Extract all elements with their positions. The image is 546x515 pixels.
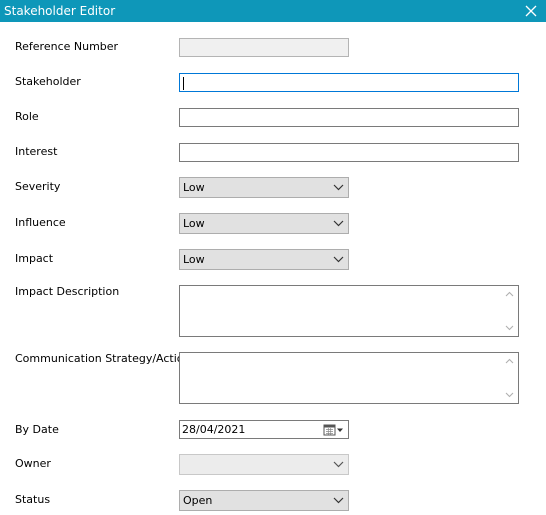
influence-value: Low	[183, 217, 205, 230]
calendar-icon[interactable]	[323, 424, 345, 436]
chevron-down-icon	[333, 220, 344, 227]
reference-number-label: Reference Number	[15, 40, 119, 53]
interest-input[interactable]	[179, 143, 519, 162]
close-button[interactable]	[516, 0, 546, 22]
interest-label: Interest	[15, 145, 58, 158]
chevron-down-icon	[333, 461, 344, 468]
communication-textarea[interactable]	[179, 352, 519, 404]
reference-number-field	[179, 38, 349, 57]
impact-select[interactable]: Low	[179, 249, 349, 270]
role-input[interactable]	[179, 108, 519, 127]
scroll-up-icon[interactable]	[505, 358, 514, 364]
impact-description-label: Impact Description	[15, 285, 120, 298]
chevron-down-icon	[333, 256, 344, 263]
scroll-up-icon[interactable]	[505, 291, 514, 297]
severity-label: Severity	[15, 180, 61, 193]
role-label: Role	[15, 110, 39, 123]
severity-select[interactable]: Low	[179, 177, 349, 198]
status-select[interactable]: Open	[179, 490, 349, 511]
by-date-picker[interactable]: 28/04/2021	[179, 420, 349, 439]
communication-label: Communication Strategy/Actions	[15, 352, 197, 365]
scroll-down-icon[interactable]	[505, 392, 514, 398]
title-bar: Stakeholder Editor	[0, 0, 546, 22]
by-date-value: 28/04/2021	[182, 423, 246, 436]
impact-label: Impact	[15, 252, 54, 265]
stakeholder-input[interactable]	[179, 73, 519, 92]
chevron-down-icon	[333, 497, 344, 504]
owner-label: Owner	[15, 457, 51, 470]
by-date-label: By Date	[15, 423, 59, 436]
chevron-down-icon	[333, 184, 344, 191]
scroll-down-icon[interactable]	[505, 325, 514, 331]
influence-label: Influence	[15, 216, 66, 229]
severity-value: Low	[183, 181, 205, 194]
impact-value: Low	[183, 253, 205, 266]
stakeholder-label: Stakeholder	[15, 75, 81, 88]
owner-select[interactable]	[179, 454, 349, 475]
status-label: Status	[15, 493, 51, 506]
influence-select[interactable]: Low	[179, 213, 349, 234]
scrollbar[interactable]	[501, 353, 518, 403]
scrollbar[interactable]	[501, 286, 518, 336]
window-title: Stakeholder Editor	[4, 4, 116, 18]
text-caret	[183, 77, 184, 90]
close-icon	[525, 5, 537, 17]
status-value: Open	[183, 494, 213, 507]
impact-description-textarea[interactable]	[179, 285, 519, 337]
